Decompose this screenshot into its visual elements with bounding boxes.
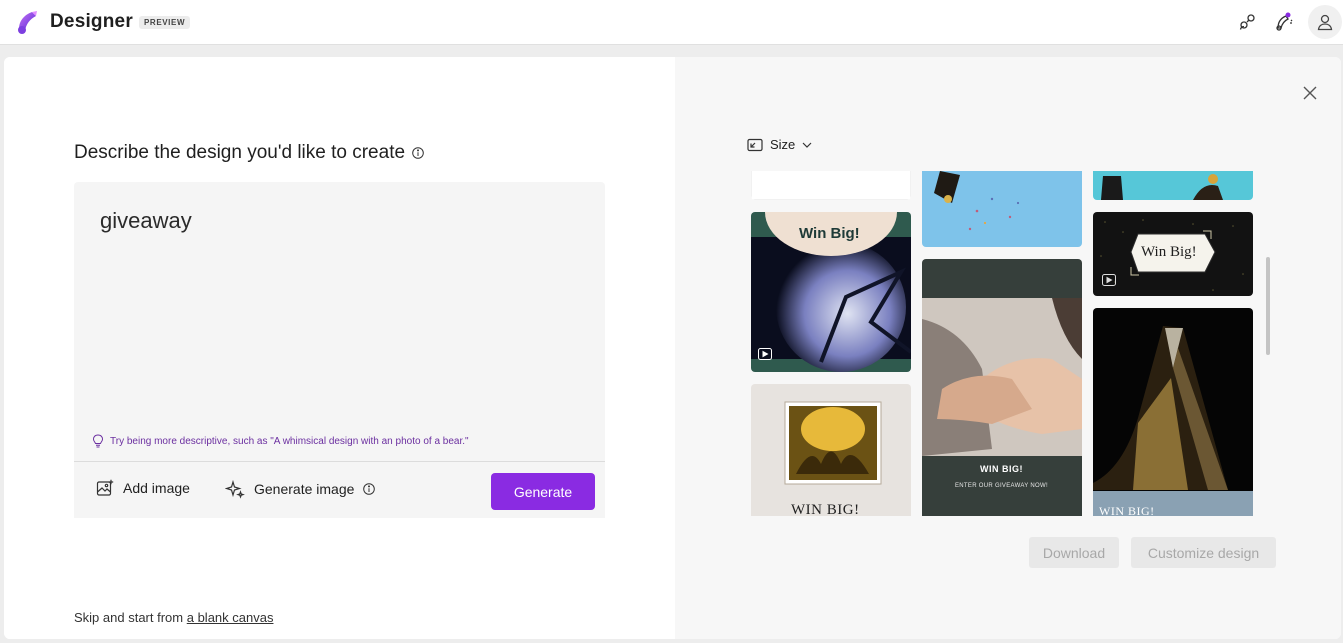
play-icon: [758, 348, 772, 360]
magic-button[interactable]: [1270, 8, 1298, 36]
prompt-heading: Describe the design you'd like to create: [74, 142, 424, 164]
info-icon[interactable]: [363, 483, 376, 495]
account-button[interactable]: [1308, 5, 1342, 39]
add-image-icon: [96, 479, 114, 496]
prompt-pane: Describe the design you'd like to create…: [4, 57, 675, 639]
account-icon: [1317, 14, 1333, 31]
design-thumbnail[interactable]: [922, 171, 1082, 247]
top-bar: Designer PREVIEW: [0, 0, 1343, 45]
sparkle-icon: [225, 479, 245, 499]
prompt-hint: Try being more descriptive, such as "A w…: [92, 434, 469, 448]
resize-icon: [747, 138, 763, 151]
logo-icon[interactable]: [14, 9, 40, 35]
share-icon: [1239, 14, 1255, 30]
download-button[interactable]: Download: [1029, 537, 1119, 568]
prompt-toolbar: Add image Generate image Generate: [74, 461, 605, 518]
gallery-scrollbar[interactable]: [1266, 257, 1270, 355]
lightbulb-icon: [92, 434, 104, 448]
generate-button[interactable]: Generate: [491, 473, 595, 510]
thumbnail-text: Win Big!: [1141, 244, 1197, 260]
thumbnail-subtitle: ENTER OUR GIVEAWAY NOW!: [955, 483, 1048, 489]
design-thumbnail[interactable]: Win Big!: [751, 212, 911, 372]
blank-canvas-link[interactable]: a blank canvas: [187, 610, 274, 625]
thumbnail-text: WIN BIG!: [791, 502, 860, 516]
design-thumbnail[interactable]: [1093, 171, 1253, 200]
create-design-dialog: Describe the design you'd like to create…: [4, 57, 1341, 639]
prompt-heading-text: Describe the design you'd like to create: [74, 142, 406, 163]
skip-link-row: Skip and start from a blank canvas: [74, 610, 273, 625]
app-name: Designer: [50, 11, 133, 32]
close-icon[interactable]: [1302, 85, 1318, 101]
add-image-button[interactable]: Add image: [96, 479, 190, 497]
design-thumbnail[interactable]: WIN BIG!: [751, 384, 911, 516]
design-gallery: Win Big! WIN BIG! WIN BIG! ENTER OUR GIV…: [751, 171, 1255, 516]
prompt-input-value[interactable]: giveaway: [100, 208, 192, 234]
info-icon[interactable]: [412, 147, 424, 159]
design-thumbnail[interactable]: Win Big!: [1093, 212, 1253, 296]
design-thumbnail[interactable]: WIN BIG!: [1093, 308, 1253, 516]
skip-prefix: Skip and start from: [74, 610, 184, 625]
thumbnail-text: WIN BIG!: [1099, 504, 1155, 516]
size-dropdown[interactable]: Size: [747, 137, 812, 152]
generate-image-button[interactable]: Generate image: [225, 479, 376, 499]
thumbnail-title: WIN BIG!: [980, 464, 1023, 474]
results-pane: Size Win Big! WIN BIG! WIN BIG! ENTER OU…: [675, 57, 1341, 639]
design-thumbnail[interactable]: WIN BIG! ENTER OUR GIVEAWAY NOW!: [922, 259, 1082, 516]
customize-design-button[interactable]: Customize design: [1131, 537, 1276, 568]
design-thumbnail[interactable]: [751, 171, 911, 200]
preview-badge: PREVIEW: [139, 16, 191, 29]
magic-icon: [1276, 12, 1293, 31]
add-image-label: Add image: [123, 480, 190, 496]
share-button[interactable]: [1234, 8, 1262, 36]
play-icon: [1102, 274, 1116, 286]
size-label: Size: [770, 137, 796, 152]
generate-image-label: Generate image: [254, 481, 355, 497]
thumbnail-text: Win Big!: [799, 225, 860, 242]
prompt-hint-text: Try being more descriptive, such as "A w…: [110, 435, 469, 447]
chevron-down-icon: [802, 142, 812, 148]
